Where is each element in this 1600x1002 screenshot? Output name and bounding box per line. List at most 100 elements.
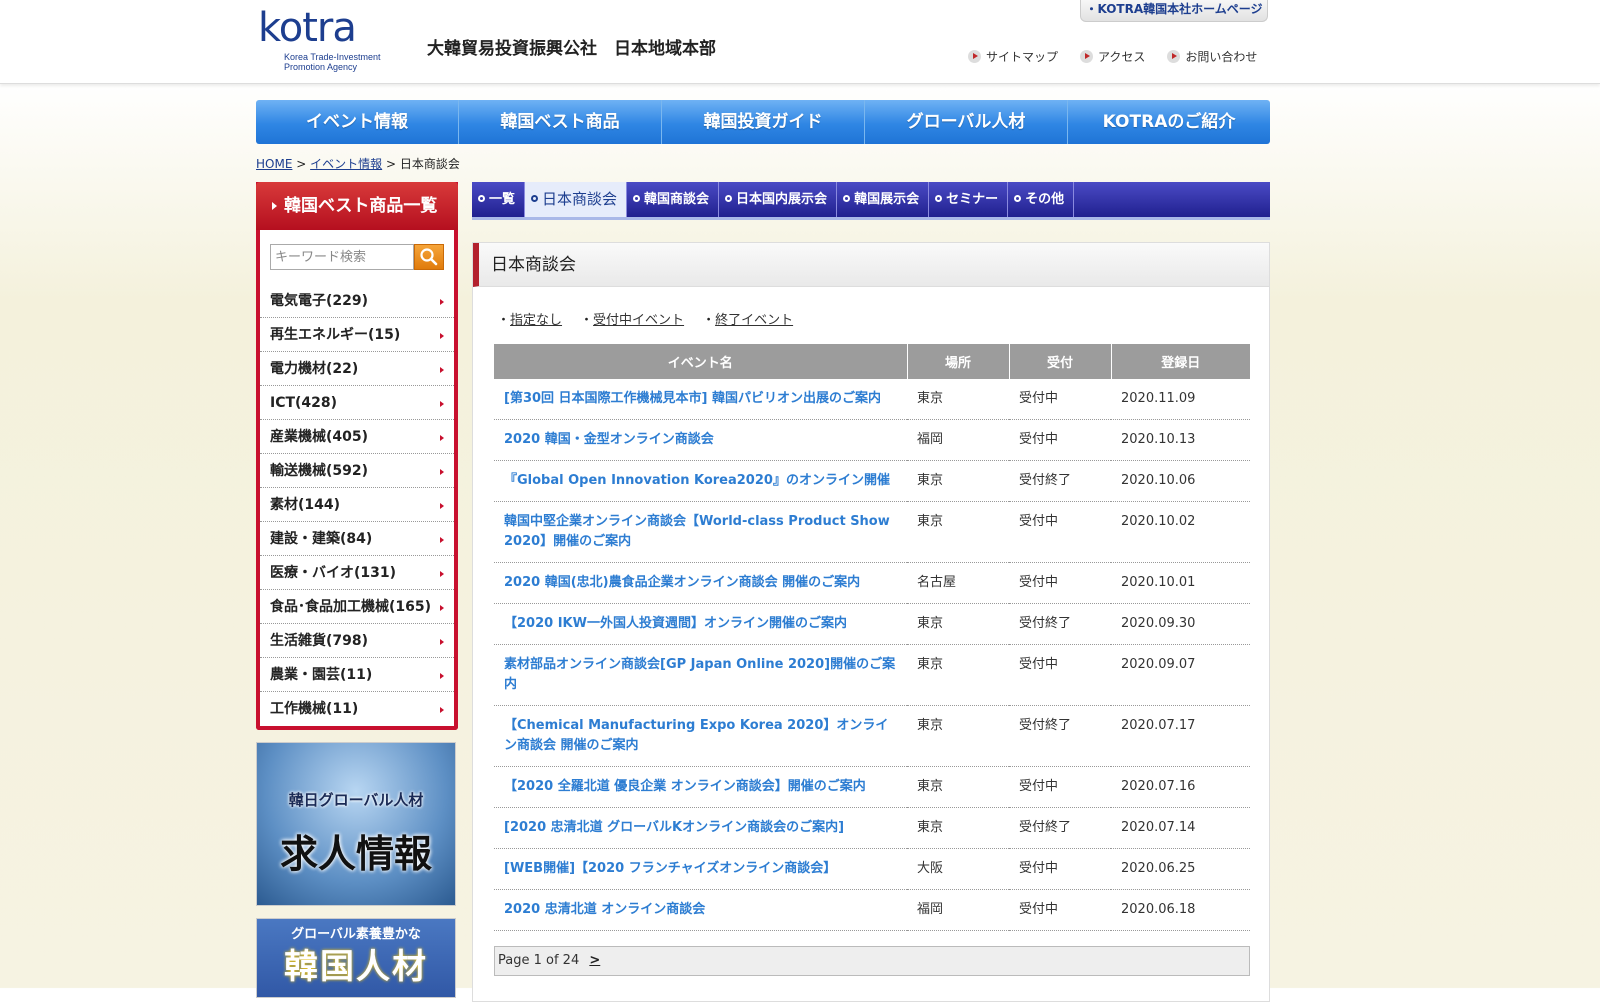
kotra-logo[interactable]: kotra Korea Trade-Investment Promotion A… xyxy=(258,8,418,78)
col-status: 受付 xyxy=(1009,344,1112,379)
filter-item: ・受付中イベント xyxy=(580,313,685,328)
category-item[interactable]: 建設・建築(84) xyxy=(260,522,454,556)
category-item[interactable]: 素材(144) xyxy=(260,488,454,522)
filter-closed[interactable]: 終了イベント xyxy=(715,313,793,328)
event-location-cell: 東京 xyxy=(907,705,1009,767)
event-name-cell[interactable]: [2020 忠清北道 グローバルKオンライン商談会のご案内] xyxy=(494,807,907,849)
event-location-cell: 東京 xyxy=(907,460,1009,502)
event-location-cell: 福岡 xyxy=(907,419,1009,461)
job-info-banner[interactable]: 韓日グローバル人材 求人情報 xyxy=(256,742,456,906)
sidebar-product-list: 韓国ベスト商品一覧 電気電子(229) 再生エネルギー(15) 電力機材(22)… xyxy=(256,182,458,730)
search-button[interactable] xyxy=(414,244,444,270)
event-status-cell: 受付終了 xyxy=(1009,705,1111,767)
banner-title: 求人情報 xyxy=(279,832,432,876)
hq-homepage-link[interactable]: ・KOTRA韓国本社ホームページ xyxy=(1080,0,1268,22)
event-status-cell: 受付終了 xyxy=(1009,807,1111,849)
category-item[interactable]: 農業・園芸(11) xyxy=(260,658,454,692)
col-date: 登録日 xyxy=(1111,344,1250,379)
sitemap-link[interactable]: サイトマップ xyxy=(968,48,1058,65)
event-name-cell[interactable]: [第30回 日本国際工作機械見本市] 韓国パビリオン出展のご案内 xyxy=(494,379,907,420)
tab-korea-exhibitions[interactable]: 韓国展示会 xyxy=(837,182,930,217)
event-name-cell[interactable]: [WEB開催]【2020 フランチャイズオンライン商談会】 xyxy=(494,848,907,890)
nav-about-kotra[interactable]: KOTRAのご紹介 xyxy=(1068,100,1270,144)
tab-seminars[interactable]: セミナー xyxy=(929,182,1009,217)
event-filters: ・指定なし ・受付中イベント ・終了イベント xyxy=(497,309,793,328)
filter-item: ・終了イベント xyxy=(702,313,794,328)
contact-link[interactable]: お問い合わせ xyxy=(1167,48,1257,65)
event-status-cell: 受付終了 xyxy=(1009,460,1111,502)
logo-wordmark: kotra xyxy=(258,5,357,51)
breadcrumb-separator: > xyxy=(385,157,397,171)
tab-japan-exhibitions[interactable]: 日本国内展示会 xyxy=(719,182,838,217)
tab-other[interactable]: その他 xyxy=(1008,182,1075,217)
nav-events[interactable]: イベント情報 xyxy=(256,100,459,144)
event-location-cell: 東京 xyxy=(907,766,1009,808)
category-item[interactable]: ICT(428) xyxy=(260,386,454,420)
filter-none[interactable]: 指定なし xyxy=(510,313,562,328)
tab-all[interactable]: 一覧 xyxy=(472,182,526,217)
util-label: サイトマップ xyxy=(986,50,1059,64)
event-location-cell: 東京 xyxy=(907,644,1009,706)
event-status-cell: 受付中 xyxy=(1009,766,1111,808)
event-date-cell: 2020.07.16 xyxy=(1111,766,1250,808)
org-name: 大韓貿易投資振興公社 日本地域本部 xyxy=(427,39,716,59)
main-nav: イベント情報 韓国ベスト商品 韓国投資ガイド グローバル人材 KOTRAのご紹介 xyxy=(256,100,1270,144)
category-item[interactable]: 産業機械(405) xyxy=(260,420,454,454)
category-item[interactable]: 生活雑貨(798) xyxy=(260,624,454,658)
event-name-cell[interactable]: 素材部品オンライン商談会[GP Japan Online 2020]開催のご案内 xyxy=(494,644,907,706)
event-name-cell[interactable]: 【Chemical Manufacturing Expo Korea 2020】… xyxy=(494,705,907,767)
category-item[interactable]: 再生エネルギー(15) xyxy=(260,318,454,352)
access-link[interactable]: アクセス xyxy=(1080,48,1145,65)
next-page-link[interactable]: > xyxy=(589,953,600,968)
event-date-cell: 2020.10.13 xyxy=(1111,419,1250,461)
site-header: kotra Korea Trade-Investment Promotion A… xyxy=(0,0,1600,84)
pagination: Page 1 of 24 > xyxy=(494,946,1250,976)
event-name-cell[interactable]: 韓国中堅企業オンライン商談会【World-class Product Show … xyxy=(494,501,907,563)
event-date-cell: 2020.11.09 xyxy=(1111,379,1250,420)
event-status-cell: 受付中 xyxy=(1009,889,1111,931)
logo-subtitle: Korea Trade-Investment Promotion Agency xyxy=(284,52,381,72)
arrow-icon xyxy=(1080,50,1094,63)
category-list: 電気電子(229) 再生エネルギー(15) 電力機材(22) ICT(428) … xyxy=(260,284,454,726)
keyword-search-input[interactable] xyxy=(270,244,414,270)
event-name-cell[interactable]: 【2020 IKW一外国人投資週間】オンライン開催のご案内 xyxy=(494,603,907,645)
tab-korea-meetings[interactable]: 韓国商談会 xyxy=(627,182,720,217)
table-row: 『Global Open Innovation Korea2020』のオンライン… xyxy=(494,460,1250,502)
event-name-cell[interactable]: 2020 韓国・金型オンライン商談会 xyxy=(494,419,907,461)
event-location-cell: 名古屋 xyxy=(907,562,1009,604)
category-item[interactable]: 医療・バイオ(131) xyxy=(260,556,454,590)
event-name-cell[interactable]: 【2020 全羅北道 優良企業 オンライン商談会】開催のご案内 xyxy=(494,766,907,808)
table-row: [WEB開催]【2020 フランチャイズオンライン商談会】 大阪 受付中 2020.0… xyxy=(494,848,1250,890)
event-name-cell[interactable]: 『Global Open Innovation Korea2020』のオンライン… xyxy=(494,460,907,502)
table-row: 2020 忠清北道 オンライン商談会 福岡 受付中 2020.06.18 xyxy=(494,889,1250,931)
category-item[interactable]: 電気電子(229) xyxy=(260,284,454,318)
korean-talent-banner[interactable]: グローバル素養豊かな 韓国人材 xyxy=(256,918,456,998)
event-location-cell: 大阪 xyxy=(907,848,1009,890)
breadcrumb-events[interactable]: イベント情報 xyxy=(310,157,382,171)
category-item[interactable]: 工作機械(11) xyxy=(260,692,454,726)
util-label: アクセス xyxy=(1098,50,1146,64)
table-row: [第30回 日本国際工作機械見本市] 韓国パビリオン出展のご案内 東京 受付中 202… xyxy=(494,379,1250,420)
sidebar-title: 韓国ベスト商品一覧 xyxy=(256,182,458,230)
col-event-name: イベント名 xyxy=(494,344,908,379)
category-item[interactable]: 電力機材(22) xyxy=(260,352,454,386)
event-name-cell[interactable]: 2020 韓国(忠北)農食品企業オンライン商談会 開催のご案内 xyxy=(494,562,907,604)
event-sub-tabs: 一覧 日本商談会 韓国商談会 日本国内展示会 韓国展示会 セミナー その他 xyxy=(472,182,1270,220)
nav-global-talent[interactable]: グローバル人材 xyxy=(865,100,1068,144)
nav-investment-guide[interactable]: 韓国投資ガイド xyxy=(662,100,865,144)
event-status-cell: 受付中 xyxy=(1009,379,1111,420)
breadcrumb-home[interactable]: HOME xyxy=(256,157,292,171)
category-item[interactable]: 輸送機械(592) xyxy=(260,454,454,488)
filter-open[interactable]: 受付中イベント xyxy=(593,313,684,328)
page-title: 日本商談会 xyxy=(473,243,1269,287)
banner-title: 韓国人材 xyxy=(284,947,428,987)
breadcrumb-separator: > xyxy=(296,157,307,171)
event-name-cell[interactable]: 2020 忠清北道 オンライン商談会 xyxy=(494,889,907,931)
nav-best-products[interactable]: 韓国ベスト商品 xyxy=(459,100,662,144)
category-item[interactable]: 食品･食品加工機械(165) xyxy=(260,590,454,624)
event-status-cell: 受付中 xyxy=(1009,848,1111,890)
logo-subtitle-line1: Korea Trade-Investment xyxy=(284,52,381,62)
event-date-cell: 2020.10.01 xyxy=(1111,562,1250,604)
banner-subtitle: 韓日グローバル人材 xyxy=(288,791,424,809)
tab-japan-meetings[interactable]: 日本商談会 xyxy=(525,182,628,217)
